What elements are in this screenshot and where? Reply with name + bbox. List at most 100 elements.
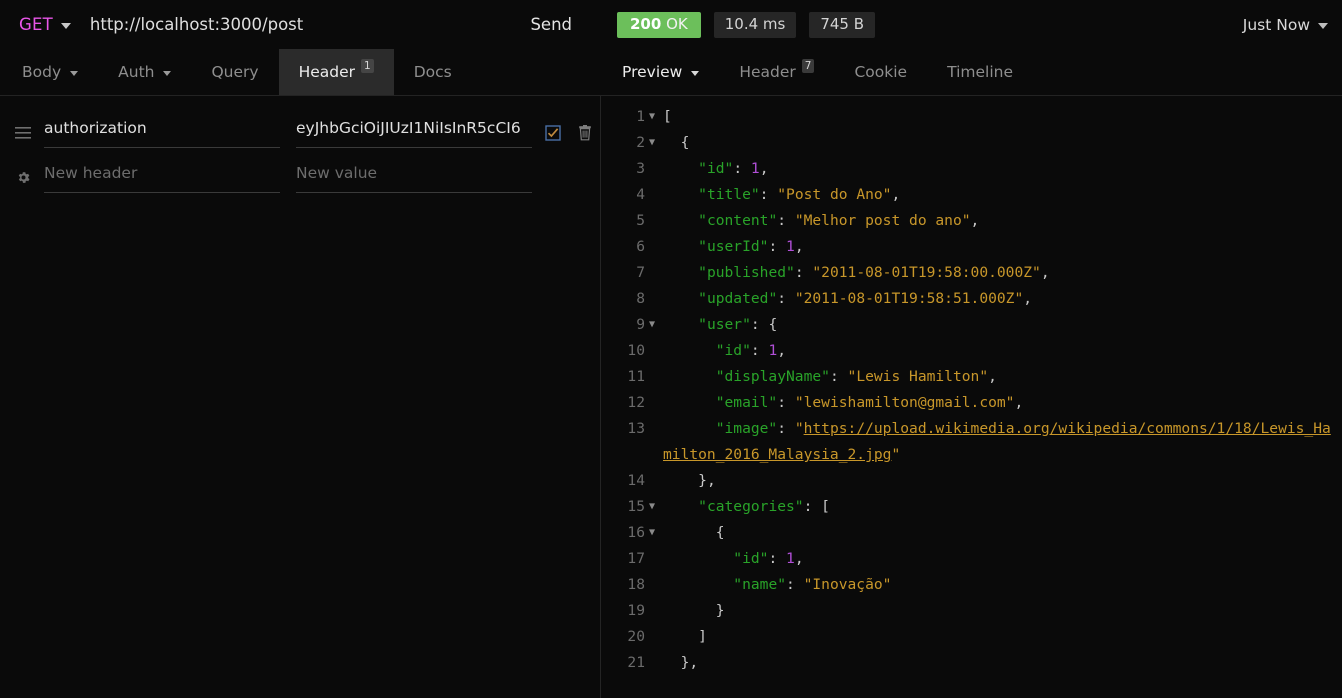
tab-label: Timeline bbox=[947, 63, 1013, 81]
fold-triangle-icon[interactable]: ▼ bbox=[647, 130, 663, 156]
http-method-label[interactable]: GET bbox=[19, 15, 53, 34]
tab-label: Query bbox=[211, 63, 259, 81]
header-value-input[interactable] bbox=[296, 161, 532, 193]
json-token: , bbox=[1023, 290, 1033, 307]
code-line-content: { bbox=[663, 520, 1342, 546]
line-number: 19 bbox=[627, 602, 645, 619]
line-number: 14 bbox=[627, 472, 645, 489]
chevron-down-icon bbox=[163, 70, 172, 76]
fold-triangle-icon[interactable]: ▼ bbox=[647, 312, 663, 338]
header-row bbox=[0, 155, 600, 200]
line-number: 11 bbox=[627, 368, 645, 385]
fold-triangle-icon[interactable]: ▼ bbox=[647, 494, 663, 520]
gear-icon[interactable] bbox=[10, 170, 36, 185]
json-token: : bbox=[777, 290, 795, 307]
tab-header[interactable]: Header 1 bbox=[278, 49, 394, 95]
json-token: : bbox=[768, 550, 787, 567]
chevron-down-icon[interactable] bbox=[60, 22, 71, 29]
tab-header-response[interactable]: Header 7 bbox=[719, 49, 834, 95]
tab-cookie-response[interactable]: Cookie bbox=[834, 49, 927, 95]
code-line: 10 "id": 1, bbox=[601, 338, 1342, 364]
response-size-badge: 745 B bbox=[809, 11, 876, 38]
json-token: : bbox=[768, 238, 787, 255]
tab-label: Header bbox=[298, 63, 356, 81]
request-tabs: Body Auth Query Header 1 Docs bbox=[0, 49, 600, 95]
code-line: 14 }, bbox=[601, 468, 1342, 494]
tab-label: Cookie bbox=[854, 63, 908, 81]
chevron-down-icon bbox=[691, 70, 700, 76]
fold-triangle-icon[interactable]: ▼ bbox=[647, 104, 663, 130]
line-number: 2 bbox=[636, 134, 645, 151]
delete-header-icon[interactable] bbox=[576, 124, 594, 142]
code-line-content: "updated": "2011-08-01T19:58:51.000Z", bbox=[663, 286, 1342, 312]
line-number: 1 bbox=[636, 108, 645, 125]
json-token: "updated" bbox=[698, 290, 778, 307]
code-line: 6 "userId": 1, bbox=[601, 234, 1342, 260]
code-line: 1 ▼[ bbox=[601, 104, 1342, 130]
header-key-input[interactable] bbox=[44, 161, 280, 193]
url-input[interactable] bbox=[89, 15, 521, 34]
response-time-badge: 10.4 ms bbox=[713, 11, 797, 38]
json-token: " bbox=[794, 420, 804, 437]
json-token: "id" bbox=[698, 160, 734, 177]
json-token: "email" bbox=[715, 394, 778, 411]
tab-docs[interactable]: Docs bbox=[394, 49, 472, 95]
json-token: "userId" bbox=[698, 238, 769, 255]
line-number: 5 bbox=[636, 212, 645, 229]
response-preview-pane: 1 ▼[2 ▼ {3 "id": 1, 4 "title": "Post do Ano… bbox=[601, 96, 1342, 698]
code-line-content: { bbox=[663, 130, 1342, 156]
code-line: 16 ▼ { bbox=[601, 520, 1342, 546]
json-token: "user" bbox=[698, 316, 751, 333]
json-preview-code[interactable]: 1 ▼[2 ▼ {3 "id": 1, 4 "title": "Post do Ano… bbox=[601, 96, 1342, 698]
code-line-content: "displayName": "Lewis Hamilton", bbox=[663, 364, 1342, 390]
header-enabled-checkbox[interactable] bbox=[544, 124, 562, 142]
json-token: , bbox=[1014, 394, 1024, 411]
header-key-input[interactable] bbox=[44, 116, 280, 148]
history-label: Just Now bbox=[1242, 15, 1310, 34]
json-token: 1 bbox=[786, 238, 795, 255]
history-dropdown[interactable]: Just Now bbox=[1243, 16, 1328, 34]
drag-handle-icon[interactable] bbox=[10, 126, 36, 140]
send-button[interactable]: Send bbox=[520, 11, 582, 38]
code-line-content: "userId": 1, bbox=[663, 234, 1342, 260]
json-token: , bbox=[794, 238, 804, 255]
code-line: 8 "updated": "2011-08-01T19:58:51.000Z", bbox=[601, 286, 1342, 312]
json-token: "Inovação" bbox=[803, 576, 892, 593]
code-line: 7 "published": "2011-08-01T19:58:00.000Z… bbox=[601, 260, 1342, 286]
json-token: "id" bbox=[715, 342, 751, 359]
header-row bbox=[0, 110, 600, 155]
code-line: 9 ▼ "user": { bbox=[601, 312, 1342, 338]
json-token: : bbox=[829, 368, 848, 385]
json-token: "Melhor post do ano" bbox=[794, 212, 971, 229]
code-line: 2 ▼ { bbox=[601, 130, 1342, 156]
json-token: , bbox=[777, 342, 787, 359]
json-token: ] bbox=[663, 628, 707, 645]
json-token: "lewishamilton@gmail.com" bbox=[794, 394, 1015, 411]
tab-timeline-response[interactable]: Timeline bbox=[927, 49, 1033, 95]
fold-triangle-icon[interactable]: ▼ bbox=[647, 520, 663, 546]
tab-body[interactable]: Body bbox=[0, 49, 98, 95]
json-token: 1 bbox=[768, 342, 778, 359]
tab-query[interactable]: Query bbox=[191, 49, 278, 95]
header-key-field bbox=[44, 161, 280, 194]
header-value-input[interactable] bbox=[296, 116, 532, 148]
code-line-content: "title": "Post do Ano", bbox=[663, 182, 1342, 208]
json-token: { bbox=[663, 524, 725, 541]
headers-list bbox=[0, 110, 600, 200]
code-line-content: [ bbox=[663, 104, 1342, 130]
tab-auth[interactable]: Auth bbox=[98, 49, 191, 95]
json-token: 1 bbox=[786, 550, 795, 567]
tab-preview-response[interactable]: Preview bbox=[600, 49, 719, 95]
json-token: { bbox=[663, 134, 690, 151]
code-line: 19 } bbox=[601, 598, 1342, 624]
